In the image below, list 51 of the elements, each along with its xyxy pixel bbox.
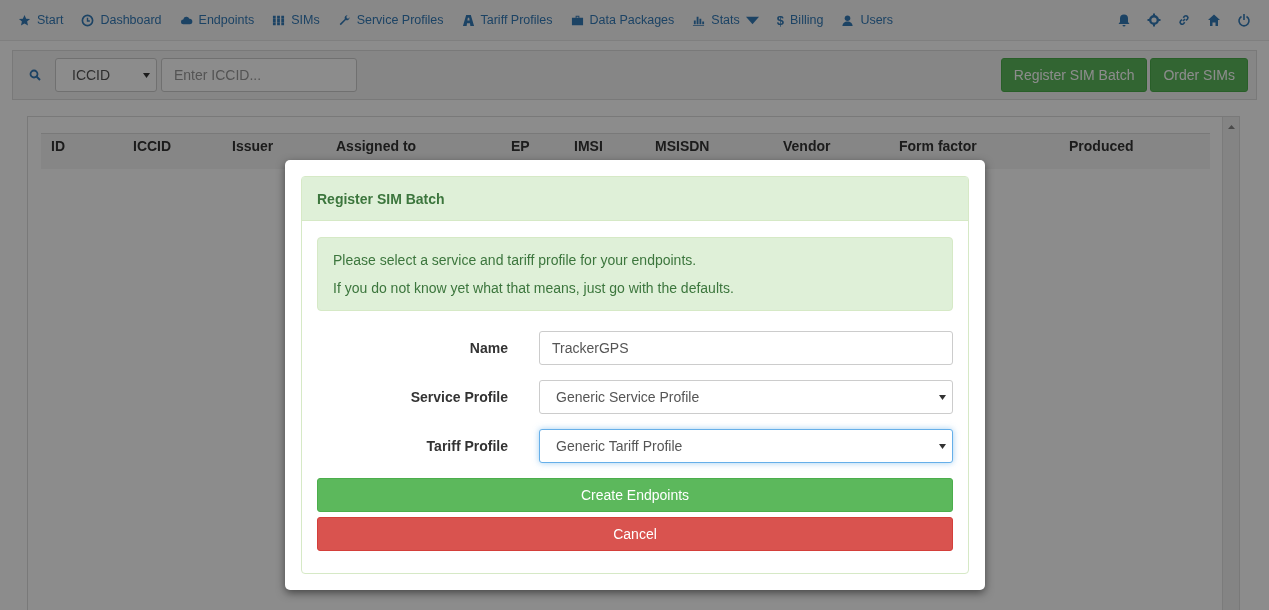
link-icon[interactable] xyxy=(1177,13,1191,27)
column-header: Vendor xyxy=(783,138,832,154)
field-label: Service Profile xyxy=(409,389,508,405)
column-header: MSISDN xyxy=(655,138,711,154)
home-icon[interactable] xyxy=(1207,13,1221,27)
nav-link[interactable]: Endpoints xyxy=(179,13,255,27)
column-header: EP xyxy=(511,138,531,154)
grid-icon xyxy=(272,13,286,27)
profile-select[interactable]: Generic Tariff Profile xyxy=(539,429,953,463)
column-header: ICCID xyxy=(133,138,173,154)
search-type-select[interactable]: ICCID xyxy=(55,58,157,92)
search-field[interactable]: Enter ICCID... xyxy=(161,58,357,92)
nav-link[interactable]: Service Profiles xyxy=(337,13,444,27)
alert-text: Please select a service and tariff profile for your endpoints. xyxy=(333,251,698,269)
search-icon xyxy=(29,69,41,81)
nav-link[interactable]: SIMs xyxy=(272,13,320,27)
column-header: ID xyxy=(51,138,66,154)
column-header: Form factor xyxy=(899,138,978,154)
dollar-icon: $ xyxy=(776,12,785,28)
nav-link[interactable]: Start xyxy=(18,13,64,27)
action-button[interactable]: Register SIM Batch xyxy=(1000,58,1148,92)
bell-icon[interactable] xyxy=(1117,13,1131,27)
user-icon xyxy=(841,13,855,27)
nav-link[interactable]: Data Packages xyxy=(570,13,675,27)
column-header: IMSI xyxy=(574,138,604,154)
caret-icon xyxy=(939,394,946,400)
dashboard-icon xyxy=(81,13,95,27)
caret-icon xyxy=(939,443,946,449)
nav-link[interactable]: Tariff Profiles xyxy=(461,13,553,27)
nav-link[interactable]: $ Billing xyxy=(776,12,824,28)
caret-icon xyxy=(143,72,150,78)
field-label: Name xyxy=(468,340,508,356)
create-button[interactable]: Create Endpoints xyxy=(317,478,953,512)
profile-select[interactable]: Generic Service Profile xyxy=(539,380,953,414)
nav-link[interactable]: Stats xyxy=(692,13,759,27)
nav-link[interactable]: Users xyxy=(841,13,894,27)
alert-text: If you do not know yet what that means, just go with the defaults. xyxy=(333,279,735,297)
column-header: Issuer xyxy=(232,138,275,154)
column-header: Assigned to xyxy=(336,138,418,154)
modal-title: Register SIM Batch xyxy=(302,177,968,221)
briefcase-icon xyxy=(570,13,584,27)
star-icon xyxy=(18,13,31,27)
action-button[interactable]: Order SIMs xyxy=(1150,58,1248,92)
column-header: Produced xyxy=(1069,138,1135,154)
cancel-button[interactable]: Cancel xyxy=(317,517,953,551)
name-field[interactable]: TrackerGPS xyxy=(539,331,953,365)
nav-link[interactable]: Dashboard xyxy=(81,13,162,27)
wrench-icon xyxy=(337,13,351,27)
scroll-up-icon[interactable] xyxy=(1227,125,1235,129)
field-label: Tariff Profile xyxy=(425,438,508,454)
power-icon[interactable] xyxy=(1237,13,1251,27)
